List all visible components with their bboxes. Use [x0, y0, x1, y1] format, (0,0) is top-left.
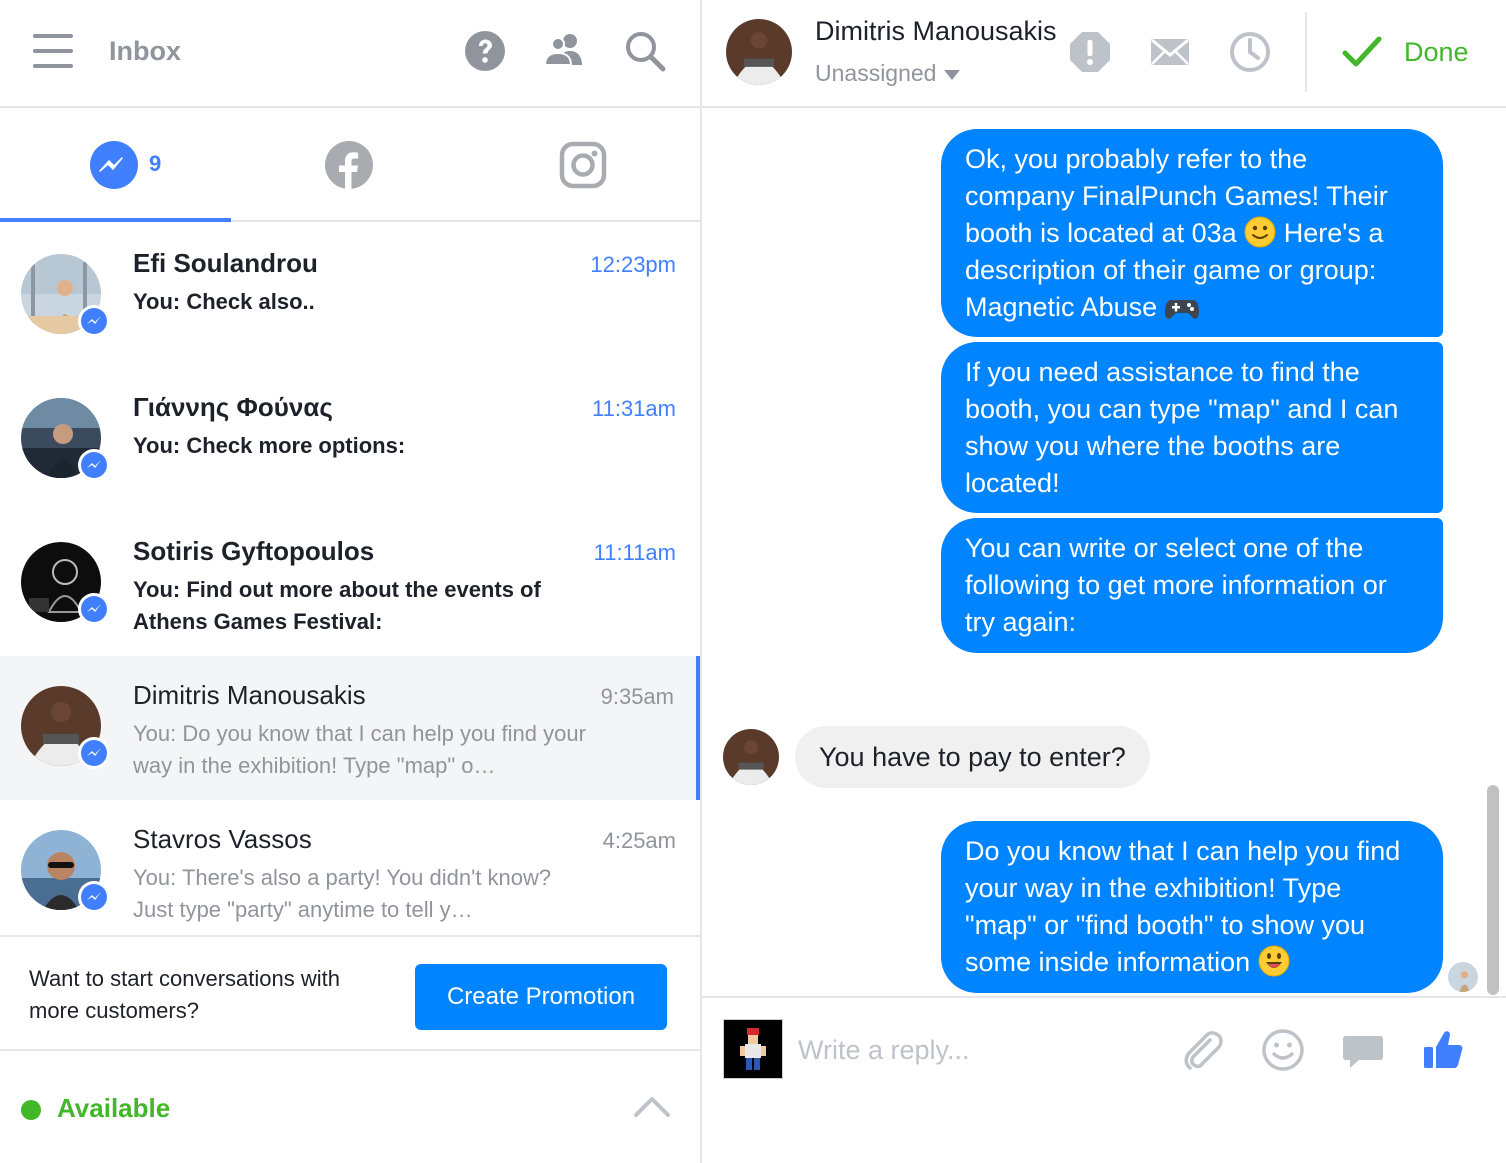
messenger-icon	[90, 141, 138, 189]
assignment-label: Unassigned	[815, 60, 937, 86]
conversation-preview: You: Do you know that I can help you fin…	[133, 721, 586, 778]
conversation-name: Γιάννης Φούνας	[133, 392, 333, 422]
follow-up-clock-icon[interactable]	[1228, 30, 1272, 74]
message-thread: Ok, you probably refer to the company Fi…	[702, 110, 1506, 996]
outgoing-message: You can write or select one of the follo…	[941, 518, 1443, 653]
tab-messenger[interactable]: 9	[0, 110, 233, 222]
conversation-item[interactable]: Sotiris Gyftopoulos 11:11am You: Find ou…	[0, 512, 700, 656]
message-text: Do you know that I can help you find you…	[965, 836, 1401, 977]
emoji-icon[interactable]	[1261, 1028, 1305, 1072]
promotion-text: Want to start conversations with more cu…	[29, 966, 340, 1023]
thread-scrollbar[interactable]	[1487, 785, 1499, 995]
read-receipt-avatar	[1448, 962, 1478, 992]
tab-instagram[interactable]	[466, 110, 699, 220]
caret-down-icon	[944, 69, 961, 80]
people-icon[interactable]	[543, 29, 587, 73]
conversation-preview: You: Find out more about the events of A…	[133, 577, 541, 634]
contact-name: Dimitris Manousakis	[815, 16, 1057, 46]
help-icon[interactable]	[463, 29, 507, 73]
game-controller-icon	[1164, 300, 1199, 319]
tab-facebook[interactable]	[233, 110, 466, 220]
grinning-face-icon	[1258, 945, 1290, 977]
menu-icon[interactable]	[33, 34, 73, 68]
conversation-name: Dimitris Manousakis	[133, 680, 366, 710]
conversation-pane: Dimitris Manousakis Unassigned Done Ok, …	[702, 0, 1506, 1163]
instagram-icon	[559, 141, 607, 189]
sender-avatar	[723, 729, 779, 785]
conversation-preview: You: Check more options:	[133, 433, 406, 458]
conversation-item[interactable]: Γιάννης Φούνας 11:31am You: Check more o…	[0, 368, 700, 512]
message-text: You can write or select one of the follo…	[965, 533, 1387, 637]
search-icon[interactable]	[623, 29, 667, 73]
conversation-name: Stavros Vassos	[133, 824, 312, 854]
outgoing-message: Do you know that I can help you find you…	[941, 821, 1443, 993]
conversation-item[interactable]: Stavros Vassos 4:25am You: There's also …	[0, 800, 700, 936]
conversation-time: 11:11am	[593, 540, 676, 565]
message-text: You have to pay to enter?	[819, 742, 1126, 772]
outgoing-message: If you need assistance to find the booth…	[941, 342, 1443, 513]
conversation-list: Efi Soulandrou 12:23pm You: Check also..…	[0, 224, 700, 936]
assignment-dropdown[interactable]: Unassigned	[815, 60, 961, 87]
status-label[interactable]: Available	[57, 1093, 170, 1124]
reply-input[interactable]	[798, 1026, 1158, 1074]
chevron-up-icon[interactable]	[632, 1091, 672, 1121]
inbox-title: Inbox	[109, 36, 181, 66]
reply-composer	[702, 996, 1506, 1163]
mark-spam-icon[interactable]	[1068, 30, 1112, 74]
checkmark-icon	[1342, 36, 1382, 67]
channel-tabs: 9	[0, 110, 700, 222]
mark-unread-icon[interactable]	[1148, 30, 1192, 74]
conversation-preview: You: There's also a party! You didn't kn…	[133, 865, 552, 922]
conversation-time: 11:31am	[592, 396, 676, 421]
conversation-time: 9:35am	[600, 684, 674, 709]
availability-status: Available	[0, 1053, 700, 1163]
done-label: Done	[1404, 36, 1469, 67]
create-promotion-button[interactable]: Create Promotion	[415, 964, 667, 1030]
conversation-item[interactable]: Efi Soulandrou 12:23pm You: Check also..	[0, 224, 700, 368]
active-tab-indicator	[0, 218, 231, 222]
conversation-name: Sotiris Gyftopoulos	[133, 536, 375, 566]
messenger-badge-icon	[78, 305, 110, 337]
slightly-smiling-face-icon	[1244, 216, 1276, 248]
promotion-banner: Want to start conversations with more cu…	[0, 935, 700, 1051]
thumbs-up-icon[interactable]	[1421, 1028, 1465, 1072]
facebook-icon	[325, 141, 373, 189]
header-divider	[1305, 12, 1307, 92]
conversation-header: Dimitris Manousakis Unassigned Done	[702, 0, 1506, 108]
conversation-time: 12:23pm	[590, 252, 676, 277]
page-avatar	[723, 1019, 783, 1079]
done-button[interactable]: Done	[1342, 32, 1469, 72]
unread-count: 9	[149, 151, 162, 176]
conversation-item[interactable]: Dimitris Manousakis 9:35am You: Do you k…	[0, 656, 700, 800]
messenger-badge-icon	[78, 881, 110, 913]
conversation-name: Efi Soulandrou	[133, 248, 318, 278]
inbox-pane: Inbox 9 Efi Soulandrou 12:23pm You: Chec…	[0, 0, 702, 1163]
messenger-badge-icon	[78, 737, 110, 769]
conversation-time: 4:25am	[602, 828, 676, 853]
incoming-message: You have to pay to enter?	[795, 726, 1150, 788]
contact-avatar[interactable]	[726, 19, 792, 85]
inbox-header: Inbox	[0, 0, 700, 108]
message-text: If you need assistance to find the booth…	[965, 357, 1399, 498]
saved-replies-icon[interactable]	[1341, 1028, 1385, 1072]
status-dot-icon	[21, 1100, 41, 1120]
conversation-preview: You: Check also..	[133, 289, 315, 314]
paperclip-icon[interactable]	[1180, 1028, 1224, 1072]
messenger-badge-icon	[78, 449, 110, 481]
messenger-badge-icon	[78, 593, 110, 625]
outgoing-message: Ok, you probably refer to the company Fi…	[941, 129, 1443, 337]
